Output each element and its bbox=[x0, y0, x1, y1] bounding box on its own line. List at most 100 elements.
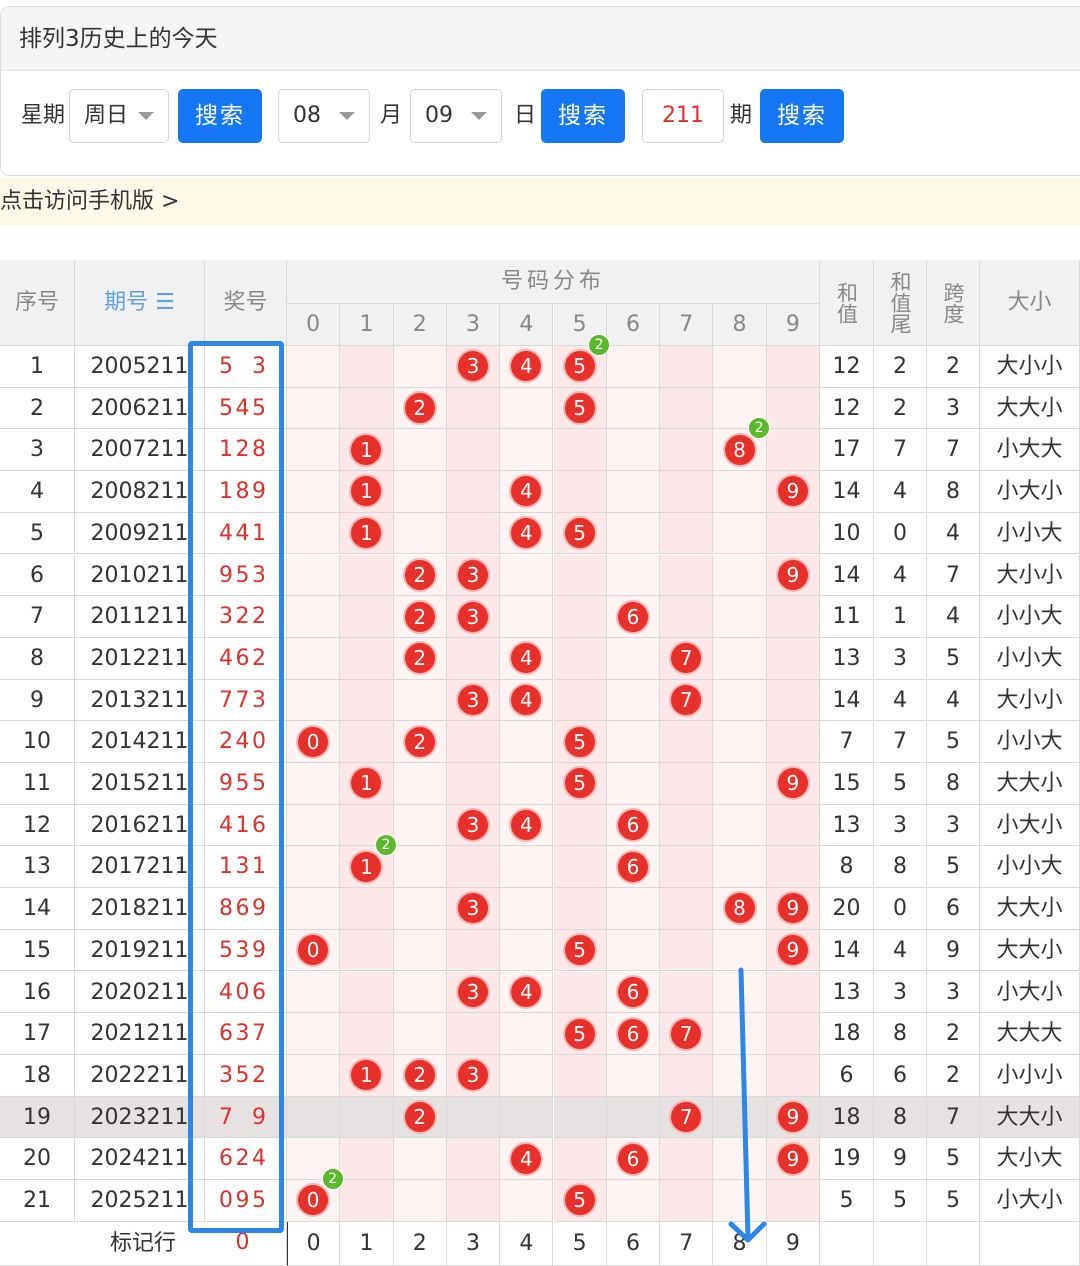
distribution-cell bbox=[287, 429, 341, 472]
distribution-cell bbox=[393, 804, 447, 847]
mark-digit[interactable]: 5 bbox=[553, 1221, 607, 1266]
distribution-cell: 4 bbox=[500, 804, 554, 847]
row-size: 小大大 bbox=[980, 429, 1080, 472]
distribution-cell bbox=[500, 596, 554, 638]
number-ball: 1 bbox=[349, 432, 384, 467]
distribution-cell bbox=[553, 596, 607, 638]
row-span: 8 bbox=[927, 763, 980, 805]
number-ball: 2 bbox=[402, 641, 437, 676]
row-seq: 15 bbox=[0, 929, 75, 972]
row-seq: 12 bbox=[0, 804, 75, 847]
mark-digit[interactable]: 2 bbox=[393, 1221, 447, 1266]
number-ball: 3 bbox=[456, 599, 491, 634]
distribution-cell: 2 bbox=[393, 1054, 447, 1097]
mark-digit[interactable]: 3 bbox=[446, 1221, 501, 1266]
row-period: 2008211 bbox=[75, 471, 205, 513]
distribution-cell: 4 bbox=[500, 679, 554, 722]
row-size: 小大小 bbox=[980, 1180, 1080, 1222]
chevron-down-icon bbox=[339, 112, 355, 120]
number-ball: 5 bbox=[562, 516, 597, 551]
distribution-cell bbox=[713, 1054, 767, 1097]
row-sum: 18 bbox=[820, 1013, 874, 1055]
row-sum-tail: 0 bbox=[874, 888, 927, 930]
mark-digit[interactable]: 6 bbox=[606, 1221, 661, 1266]
distribution-cell: 1 bbox=[340, 429, 394, 472]
distribution-cell bbox=[553, 846, 607, 889]
row-size: 大小小 bbox=[980, 346, 1080, 388]
distribution-cell: 3 bbox=[446, 596, 501, 638]
mark-digit[interactable]: 0 bbox=[287, 1221, 341, 1266]
distribution-cell: 5 bbox=[553, 929, 607, 972]
distribution-cell: 4 bbox=[500, 346, 554, 388]
row-span: 2 bbox=[927, 1054, 980, 1097]
distribution-cell: 9 bbox=[766, 888, 820, 930]
header-award: 奖号 bbox=[205, 260, 287, 346]
row-award: 1 8 8 bbox=[205, 429, 287, 504]
week-select[interactable]: 周日 bbox=[69, 89, 169, 143]
distribution-cell bbox=[766, 596, 820, 638]
sort-icon[interactable]: ☰ bbox=[148, 290, 175, 315]
number-ball: 8 bbox=[722, 432, 757, 467]
distribution-cell bbox=[660, 888, 714, 930]
row-sum-tail: 8 bbox=[874, 1013, 927, 1055]
number-ball: 2 bbox=[402, 1099, 437, 1134]
distribution-cell: 3 bbox=[446, 971, 501, 1014]
mark-digit[interactable]: 1 bbox=[340, 1221, 394, 1266]
mark-digit[interactable]: 9 bbox=[766, 1221, 820, 1266]
number-ball: 4 bbox=[509, 682, 544, 717]
distribution-cell bbox=[446, 1180, 501, 1222]
distribution-cell bbox=[340, 554, 394, 597]
search-issue-button[interactable]: 搜索 bbox=[760, 89, 844, 143]
mark-digit[interactable]: 4 bbox=[500, 1221, 554, 1266]
distribution-cell bbox=[500, 1013, 554, 1055]
header-period[interactable]: 期号 ☰ bbox=[75, 260, 205, 346]
number-ball: 3 bbox=[456, 891, 491, 926]
distribution-cell: 6 bbox=[606, 846, 661, 889]
distribution-cell: 9 bbox=[766, 1096, 820, 1139]
distribution-cell bbox=[766, 846, 820, 889]
distribution-cell bbox=[606, 888, 661, 930]
search-form: 星期 周日 搜索 08 月 09 日 搜索 211 期 搜索 bbox=[1, 89, 1080, 143]
number-ball: 6 bbox=[615, 849, 650, 884]
row-award: 1 1 6 bbox=[205, 846, 287, 921]
mobile-version-link[interactable]: 点击访问手机版 > bbox=[0, 178, 1080, 226]
distribution-cell bbox=[446, 1138, 501, 1180]
number-ball: 6 bbox=[615, 808, 650, 843]
distribution-cell bbox=[446, 721, 501, 763]
month-select-value: 08 bbox=[293, 103, 321, 128]
distribution-cell bbox=[340, 721, 394, 763]
distribution-cell bbox=[713, 1096, 767, 1139]
distribution-cell bbox=[446, 637, 501, 680]
distribution-cell bbox=[660, 929, 714, 972]
row-seq: 17 bbox=[0, 1013, 75, 1055]
row-period: 2013211 bbox=[75, 679, 205, 722]
day-select[interactable]: 09 bbox=[410, 89, 502, 143]
row-span: 7 bbox=[927, 554, 980, 597]
row-span: 2 bbox=[927, 1013, 980, 1055]
search-week-button[interactable]: 搜索 bbox=[178, 89, 262, 143]
number-ball: 0 bbox=[296, 933, 331, 968]
row-size: 大小小 bbox=[980, 679, 1080, 722]
distribution-cell: 6 bbox=[606, 804, 661, 847]
distribution-cell bbox=[446, 929, 501, 972]
issue-input[interactable]: 211 bbox=[642, 89, 724, 143]
search-date-button[interactable]: 搜索 bbox=[541, 89, 625, 143]
distribution-cell: 5 bbox=[553, 763, 607, 805]
distribution-cell bbox=[340, 971, 394, 1014]
distribution-cell bbox=[393, 512, 447, 555]
distribution-cell: 6 bbox=[606, 1013, 661, 1055]
distribution-cell bbox=[660, 387, 714, 430]
distribution-cell: 0 bbox=[287, 721, 341, 763]
number-ball: 5 bbox=[562, 1016, 597, 1051]
distribution-cell bbox=[713, 804, 767, 847]
distribution-cell bbox=[393, 1180, 447, 1222]
month-select[interactable]: 08 bbox=[278, 89, 370, 143]
row-span: 2 bbox=[927, 346, 980, 388]
row-size: 大大小 bbox=[980, 888, 1080, 930]
row-award: 3 2 6 bbox=[205, 596, 287, 671]
distribution-cell bbox=[713, 346, 767, 388]
number-ball: 4 bbox=[509, 349, 544, 384]
mark-digit[interactable]: 8 bbox=[713, 1221, 767, 1266]
row-size: 大小大 bbox=[980, 1138, 1080, 1180]
mark-digit[interactable]: 7 bbox=[660, 1221, 714, 1266]
